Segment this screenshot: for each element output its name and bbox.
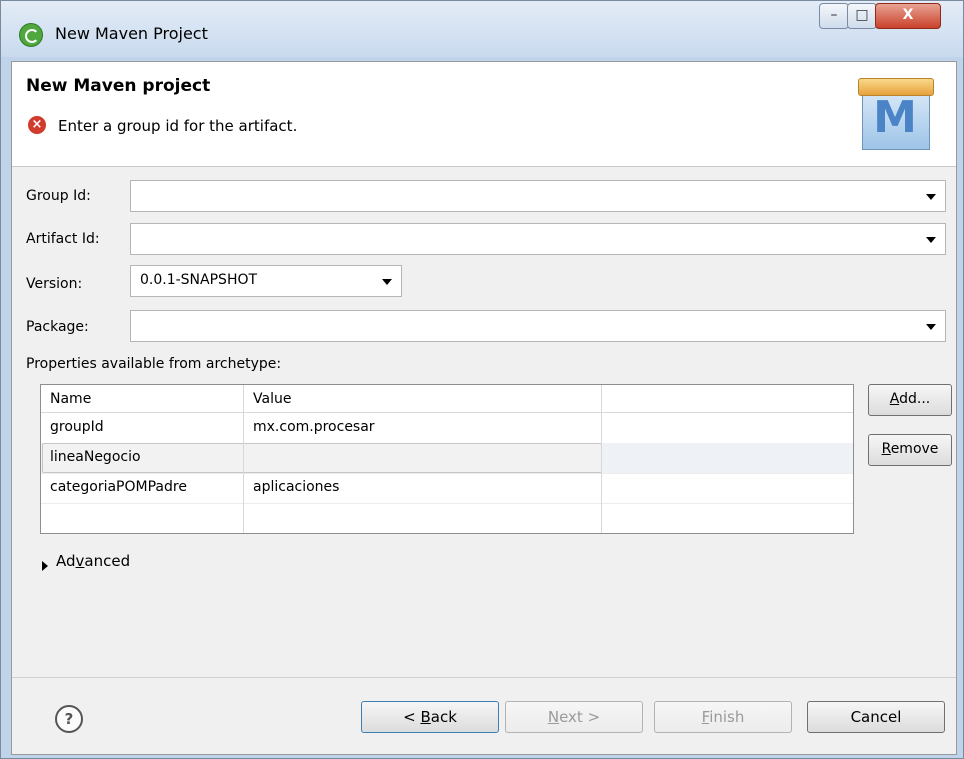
back-button[interactable]: < Back	[361, 701, 499, 733]
package-combo[interactable]	[130, 310, 946, 342]
dropdown-arrow-icon[interactable]	[926, 194, 936, 200]
dialog-window: New Maven Project – □ X New Maven projec…	[0, 0, 964, 759]
title-bar: New Maven Project – □ X	[1, 1, 963, 57]
wizard-title: New Maven project	[26, 76, 211, 96]
maven-logo-letter: M	[873, 92, 917, 143]
dialog-content: New Maven project × Enter a group id for…	[11, 61, 957, 755]
package-label: Package:	[26, 319, 89, 335]
wizard-banner: New Maven project × Enter a group id for…	[12, 62, 956, 167]
version-combo[interactable]: 0.0.1-SNAPSHOT	[130, 265, 402, 297]
column-header-empty	[602, 385, 853, 413]
property-name	[41, 503, 244, 533]
wizard-message: Enter a group id for the artifact.	[58, 117, 298, 135]
properties-table[interactable]: Name Value groupId mx.com.procesar linea…	[40, 384, 854, 534]
group-id-combo[interactable]	[130, 180, 946, 212]
artifact-id-label: Artifact Id:	[26, 231, 100, 247]
next-button[interactable]: Next >	[505, 701, 643, 733]
property-name: groupId	[41, 413, 244, 443]
artifact-id-combo[interactable]	[130, 223, 946, 255]
dropdown-arrow-icon[interactable]	[382, 279, 392, 285]
property-value[interactable]: mx.com.procesar	[244, 413, 602, 443]
error-icon: ×	[28, 116, 46, 134]
cancel-button[interactable]: Cancel	[807, 701, 945, 733]
table-row[interactable]	[41, 503, 853, 533]
eclipse-app-icon	[19, 23, 43, 47]
minimize-button[interactable]: –	[819, 3, 849, 29]
maven-logo-icon: M	[854, 72, 936, 152]
property-value[interactable]: aplicaciones	[244, 473, 602, 503]
table-row[interactable]: categoriaPOMPadre aplicaciones	[41, 473, 853, 504]
group-id-label: Group Id:	[26, 188, 91, 204]
property-name: categoriaPOMPadre	[41, 473, 244, 503]
footer-separator	[12, 677, 956, 678]
expand-arrow-icon[interactable]	[42, 561, 48, 571]
column-header-name[interactable]: Name	[41, 385, 244, 413]
version-value: 0.0.1-SNAPSHOT	[140, 272, 258, 288]
column-header-value[interactable]: Value	[244, 385, 602, 413]
property-value[interactable]	[244, 443, 602, 473]
add-property-button[interactable]: Add...	[868, 384, 952, 416]
advanced-toggle[interactable]: Advanced	[56, 552, 130, 570]
window-title: New Maven Project	[55, 24, 208, 43]
table-row[interactable]: groupId mx.com.procesar	[41, 413, 853, 444]
version-label: Version:	[26, 276, 83, 292]
table-row[interactable]: lineaNegocio	[41, 443, 853, 474]
finish-button[interactable]: Finish	[654, 701, 792, 733]
remove-property-button[interactable]: Remove	[868, 434, 952, 466]
close-button[interactable]: X	[875, 3, 941, 29]
dropdown-arrow-icon[interactable]	[926, 237, 936, 243]
properties-label: Properties available from archetype:	[26, 356, 282, 372]
maximize-button[interactable]: □	[847, 3, 877, 29]
help-icon[interactable]: ?	[55, 705, 83, 733]
property-value[interactable]	[244, 503, 602, 533]
dropdown-arrow-icon[interactable]	[926, 324, 936, 330]
property-name: lineaNegocio	[41, 443, 244, 473]
